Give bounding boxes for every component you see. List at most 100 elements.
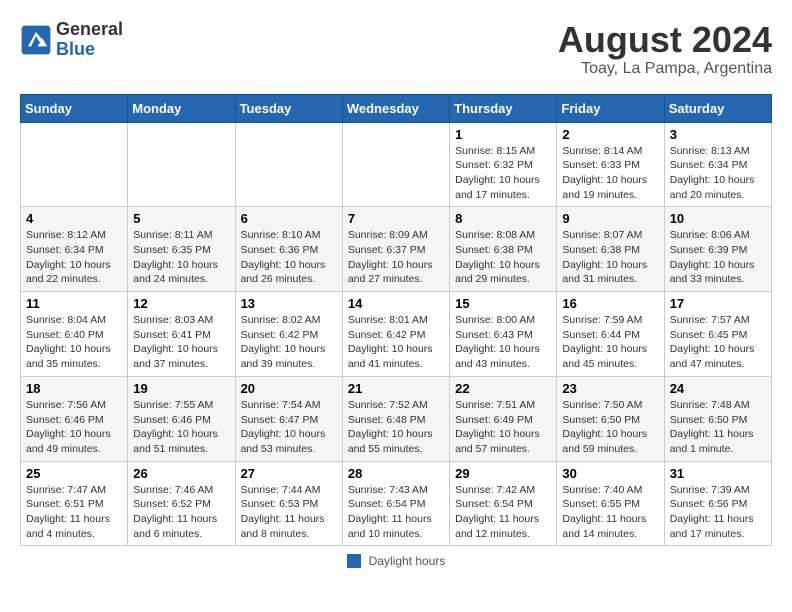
column-header-wednesday: Wednesday bbox=[342, 94, 449, 122]
day-number: 12 bbox=[133, 296, 229, 311]
week-row-5: 25 Sunrise: 7:47 AM Sunset: 6:51 PM Dayl… bbox=[21, 461, 772, 546]
day-number: 24 bbox=[670, 381, 766, 396]
column-header-tuesday: Tuesday bbox=[235, 94, 342, 122]
day-info: Sunrise: 7:56 AM Sunset: 6:46 PM Dayligh… bbox=[26, 398, 122, 457]
day-cell: 6 Sunrise: 8:10 AM Sunset: 6:36 PM Dayli… bbox=[235, 207, 342, 292]
day-info: Sunrise: 8:02 AM Sunset: 6:42 PM Dayligh… bbox=[241, 313, 337, 372]
day-info: Sunrise: 8:06 AM Sunset: 6:39 PM Dayligh… bbox=[670, 228, 766, 287]
day-number: 21 bbox=[348, 381, 444, 396]
day-cell: 9 Sunrise: 8:07 AM Sunset: 6:38 PM Dayli… bbox=[557, 207, 664, 292]
day-cell: 19 Sunrise: 7:55 AM Sunset: 6:46 PM Dayl… bbox=[128, 376, 235, 461]
day-number: 8 bbox=[455, 211, 551, 226]
day-info: Sunrise: 8:04 AM Sunset: 6:40 PM Dayligh… bbox=[26, 313, 122, 372]
day-cell: 18 Sunrise: 7:56 AM Sunset: 6:46 PM Dayl… bbox=[21, 376, 128, 461]
day-number: 9 bbox=[562, 211, 658, 226]
day-info: Sunrise: 8:08 AM Sunset: 6:38 PM Dayligh… bbox=[455, 228, 551, 287]
column-header-thursday: Thursday bbox=[450, 94, 557, 122]
day-cell bbox=[21, 122, 128, 207]
day-cell: 4 Sunrise: 8:12 AM Sunset: 6:34 PM Dayli… bbox=[21, 207, 128, 292]
day-number: 29 bbox=[455, 466, 551, 481]
day-number: 10 bbox=[670, 211, 766, 226]
day-info: Sunrise: 7:43 AM Sunset: 6:54 PM Dayligh… bbox=[348, 483, 444, 542]
day-number: 19 bbox=[133, 381, 229, 396]
column-header-monday: Monday bbox=[128, 94, 235, 122]
day-cell: 11 Sunrise: 8:04 AM Sunset: 6:40 PM Dayl… bbox=[21, 292, 128, 377]
day-info: Sunrise: 7:50 AM Sunset: 6:50 PM Dayligh… bbox=[562, 398, 658, 457]
week-row-2: 4 Sunrise: 8:12 AM Sunset: 6:34 PM Dayli… bbox=[21, 207, 772, 292]
day-info: Sunrise: 7:55 AM Sunset: 6:46 PM Dayligh… bbox=[133, 398, 229, 457]
day-number: 6 bbox=[241, 211, 337, 226]
day-cell: 2 Sunrise: 8:14 AM Sunset: 6:33 PM Dayli… bbox=[557, 122, 664, 207]
day-cell: 29 Sunrise: 7:42 AM Sunset: 6:54 PM Dayl… bbox=[450, 461, 557, 546]
day-info: Sunrise: 7:54 AM Sunset: 6:47 PM Dayligh… bbox=[241, 398, 337, 457]
day-cell bbox=[342, 122, 449, 207]
day-info: Sunrise: 8:14 AM Sunset: 6:33 PM Dayligh… bbox=[562, 144, 658, 203]
week-row-4: 18 Sunrise: 7:56 AM Sunset: 6:46 PM Dayl… bbox=[21, 376, 772, 461]
day-cell: 28 Sunrise: 7:43 AM Sunset: 6:54 PM Dayl… bbox=[342, 461, 449, 546]
day-number: 14 bbox=[348, 296, 444, 311]
day-cell: 24 Sunrise: 7:48 AM Sunset: 6:50 PM Dayl… bbox=[664, 376, 771, 461]
logo: General Blue bbox=[20, 20, 123, 60]
column-header-friday: Friday bbox=[557, 94, 664, 122]
day-cell: 1 Sunrise: 8:15 AM Sunset: 6:32 PM Dayli… bbox=[450, 122, 557, 207]
logo-icon bbox=[20, 24, 52, 56]
day-cell: 14 Sunrise: 8:01 AM Sunset: 6:42 PM Dayl… bbox=[342, 292, 449, 377]
day-number: 22 bbox=[455, 381, 551, 396]
location-text: Toay, La Pampa, Argentina bbox=[558, 60, 772, 78]
day-cell: 10 Sunrise: 8:06 AM Sunset: 6:39 PM Dayl… bbox=[664, 207, 771, 292]
day-info: Sunrise: 8:12 AM Sunset: 6:34 PM Dayligh… bbox=[26, 228, 122, 287]
day-cell: 16 Sunrise: 7:59 AM Sunset: 6:44 PM Dayl… bbox=[557, 292, 664, 377]
day-number: 17 bbox=[670, 296, 766, 311]
day-info: Sunrise: 7:40 AM Sunset: 6:55 PM Dayligh… bbox=[562, 483, 658, 542]
day-info: Sunrise: 8:03 AM Sunset: 6:41 PM Dayligh… bbox=[133, 313, 229, 372]
day-number: 26 bbox=[133, 466, 229, 481]
day-info: Sunrise: 8:13 AM Sunset: 6:34 PM Dayligh… bbox=[670, 144, 766, 203]
day-cell: 25 Sunrise: 7:47 AM Sunset: 6:51 PM Dayl… bbox=[21, 461, 128, 546]
day-cell bbox=[235, 122, 342, 207]
day-number: 31 bbox=[670, 466, 766, 481]
day-info: Sunrise: 8:00 AM Sunset: 6:43 PM Dayligh… bbox=[455, 313, 551, 372]
day-info: Sunrise: 7:47 AM Sunset: 6:51 PM Dayligh… bbox=[26, 483, 122, 542]
day-number: 11 bbox=[26, 296, 122, 311]
day-cell: 23 Sunrise: 7:50 AM Sunset: 6:50 PM Dayl… bbox=[557, 376, 664, 461]
day-number: 1 bbox=[455, 127, 551, 142]
day-cell: 13 Sunrise: 8:02 AM Sunset: 6:42 PM Dayl… bbox=[235, 292, 342, 377]
day-number: 13 bbox=[241, 296, 337, 311]
day-number: 20 bbox=[241, 381, 337, 396]
day-info: Sunrise: 7:48 AM Sunset: 6:50 PM Dayligh… bbox=[670, 398, 766, 457]
day-cell: 22 Sunrise: 7:51 AM Sunset: 6:49 PM Dayl… bbox=[450, 376, 557, 461]
day-cell: 27 Sunrise: 7:44 AM Sunset: 6:53 PM Dayl… bbox=[235, 461, 342, 546]
day-info: Sunrise: 7:51 AM Sunset: 6:49 PM Dayligh… bbox=[455, 398, 551, 457]
day-number: 5 bbox=[133, 211, 229, 226]
day-cell: 7 Sunrise: 8:09 AM Sunset: 6:37 PM Dayli… bbox=[342, 207, 449, 292]
day-info: Sunrise: 8:15 AM Sunset: 6:32 PM Dayligh… bbox=[455, 144, 551, 203]
day-cell: 20 Sunrise: 7:54 AM Sunset: 6:47 PM Dayl… bbox=[235, 376, 342, 461]
day-number: 16 bbox=[562, 296, 658, 311]
title-block: August 2024 Toay, La Pampa, Argentina bbox=[558, 20, 772, 78]
column-header-saturday: Saturday bbox=[664, 94, 771, 122]
day-info: Sunrise: 7:57 AM Sunset: 6:45 PM Dayligh… bbox=[670, 313, 766, 372]
day-info: Sunrise: 7:46 AM Sunset: 6:52 PM Dayligh… bbox=[133, 483, 229, 542]
day-cell bbox=[128, 122, 235, 207]
day-number: 27 bbox=[241, 466, 337, 481]
legend-box bbox=[347, 554, 361, 568]
day-cell: 5 Sunrise: 8:11 AM Sunset: 6:35 PM Dayli… bbox=[128, 207, 235, 292]
month-title: August 2024 bbox=[558, 20, 772, 60]
day-cell: 8 Sunrise: 8:08 AM Sunset: 6:38 PM Dayli… bbox=[450, 207, 557, 292]
day-info: Sunrise: 7:59 AM Sunset: 6:44 PM Dayligh… bbox=[562, 313, 658, 372]
day-info: Sunrise: 8:11 AM Sunset: 6:35 PM Dayligh… bbox=[133, 228, 229, 287]
day-info: Sunrise: 8:10 AM Sunset: 6:36 PM Dayligh… bbox=[241, 228, 337, 287]
day-info: Sunrise: 7:44 AM Sunset: 6:53 PM Dayligh… bbox=[241, 483, 337, 542]
column-header-sunday: Sunday bbox=[21, 94, 128, 122]
logo-general-text: General bbox=[56, 19, 123, 39]
day-cell: 15 Sunrise: 8:00 AM Sunset: 6:43 PM Dayl… bbox=[450, 292, 557, 377]
day-number: 28 bbox=[348, 466, 444, 481]
day-number: 30 bbox=[562, 466, 658, 481]
day-cell: 3 Sunrise: 8:13 AM Sunset: 6:34 PM Dayli… bbox=[664, 122, 771, 207]
day-cell: 30 Sunrise: 7:40 AM Sunset: 6:55 PM Dayl… bbox=[557, 461, 664, 546]
day-number: 2 bbox=[562, 127, 658, 142]
day-number: 7 bbox=[348, 211, 444, 226]
calendar-table: SundayMondayTuesdayWednesdayThursdayFrid… bbox=[20, 94, 772, 547]
day-number: 18 bbox=[26, 381, 122, 396]
day-info: Sunrise: 7:39 AM Sunset: 6:56 PM Dayligh… bbox=[670, 483, 766, 542]
